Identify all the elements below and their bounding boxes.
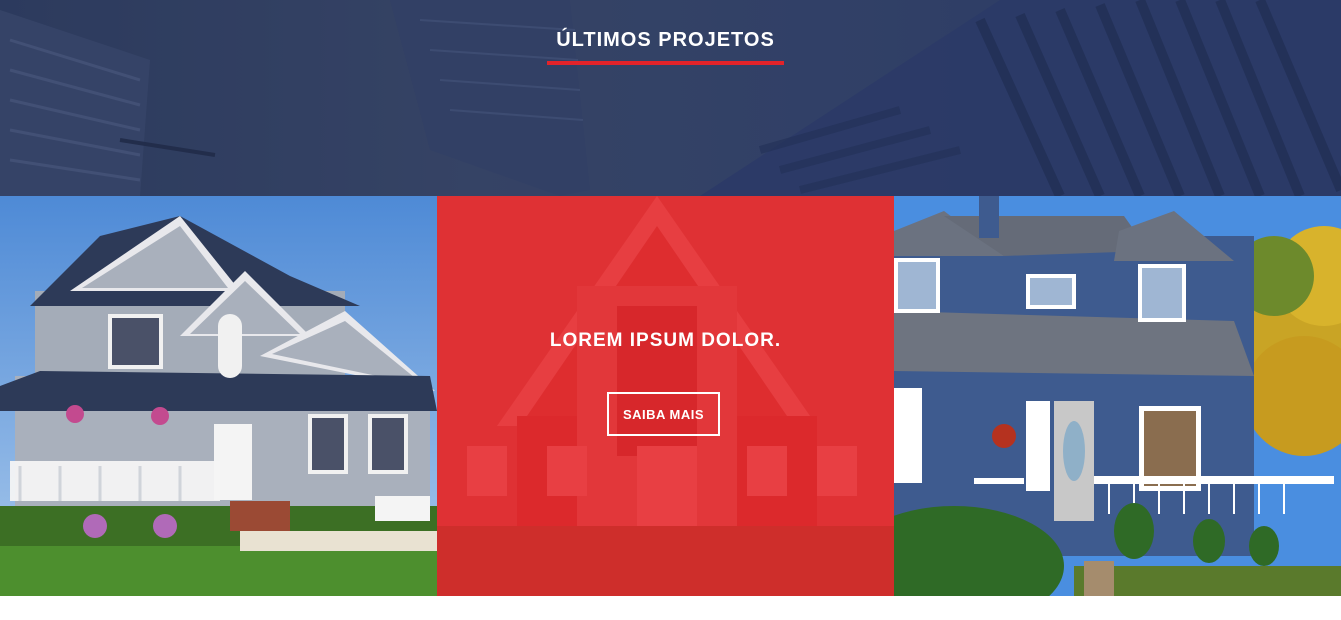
section-heading: ÚLTIMOS PROJETOS [547,26,784,65]
projects-hero: ÚLTIMOS PROJETOS [0,0,1341,196]
saiba-mais-button[interactable]: SAIBA MAIS [607,392,720,436]
section-title: ÚLTIMOS PROJETOS [556,29,775,51]
projects-gallery: LOREM IPSUM DOLOR. SAIBA MAIS [0,196,1341,596]
gray-house-photo [0,196,437,596]
featured-heading: LOREM IPSUM DOLOR. [549,330,782,351]
title-underline [547,61,784,65]
project-card-3[interactable] [894,196,1341,596]
project-card-1[interactable] [0,196,437,596]
blue-house-photo [894,196,1341,596]
project-card-featured[interactable]: LOREM IPSUM DOLOR. SAIBA MAIS [437,196,894,596]
